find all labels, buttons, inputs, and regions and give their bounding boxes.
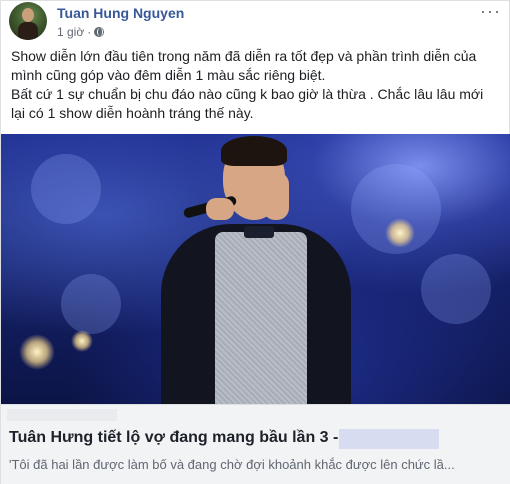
- singer-vest: [215, 232, 307, 404]
- post-text-line: lại có 1 show diễn hoành tráng thế này.: [11, 105, 254, 121]
- post-text: Show diễn lớn đầu tiên trong năm đã diễn…: [11, 47, 503, 123]
- post-text-line: Show diễn lớn đầu tiên trong năm đã diễn…: [11, 48, 477, 64]
- post-header: Tuan Hung Nguyen 1 giờ · ···: [1, 1, 509, 45]
- post-time[interactable]: 1 giờ: [57, 25, 84, 39]
- link-title[interactable]: Tuân Hưng tiết lộ vợ đang mang bầu lần 3…: [9, 429, 338, 447]
- stage-light-bokeh: [421, 254, 491, 324]
- post-meta: 1 giờ ·: [57, 25, 105, 39]
- author-name[interactable]: Tuan Hung Nguyen: [57, 5, 184, 21]
- singer-hand: [263, 172, 289, 220]
- singer-hair: [221, 136, 287, 166]
- more-options-icon[interactable]: ···: [480, 1, 501, 21]
- link-title-blurred: [339, 429, 439, 449]
- author-avatar[interactable]: [9, 2, 47, 40]
- facebook-post: Tuan Hung Nguyen 1 giờ · ··· Show diễn l…: [0, 0, 510, 484]
- singer-bowtie: [244, 226, 274, 238]
- post-text-line: Bất cứ 1 sự chuẩn bị chu đáo nào cũng k …: [11, 86, 484, 102]
- stage-light-bokeh: [31, 154, 101, 224]
- stage-lamp: [71, 330, 93, 352]
- avatar-face: [22, 8, 34, 22]
- link-description: 'Tôi đã hai lần được làm bố và đang chờ …: [9, 457, 455, 472]
- stage-lamp: [385, 218, 415, 248]
- link-preview[interactable]: Tuân Hưng tiết lộ vợ đang mang bầu lần 3…: [1, 404, 510, 484]
- avatar-body: [18, 22, 38, 40]
- stage-light-bokeh: [61, 274, 121, 334]
- globe-icon[interactable]: [94, 27, 105, 37]
- post-text-line: mình cũng góp vào đêm diễn 1 màu sắc riê…: [11, 67, 326, 83]
- stage-lamp: [19, 334, 55, 370]
- singer-hand: [206, 198, 234, 220]
- link-domain-placeholder: [7, 409, 117, 421]
- meta-separator: ·: [87, 25, 92, 39]
- post-photo[interactable]: [1, 134, 510, 404]
